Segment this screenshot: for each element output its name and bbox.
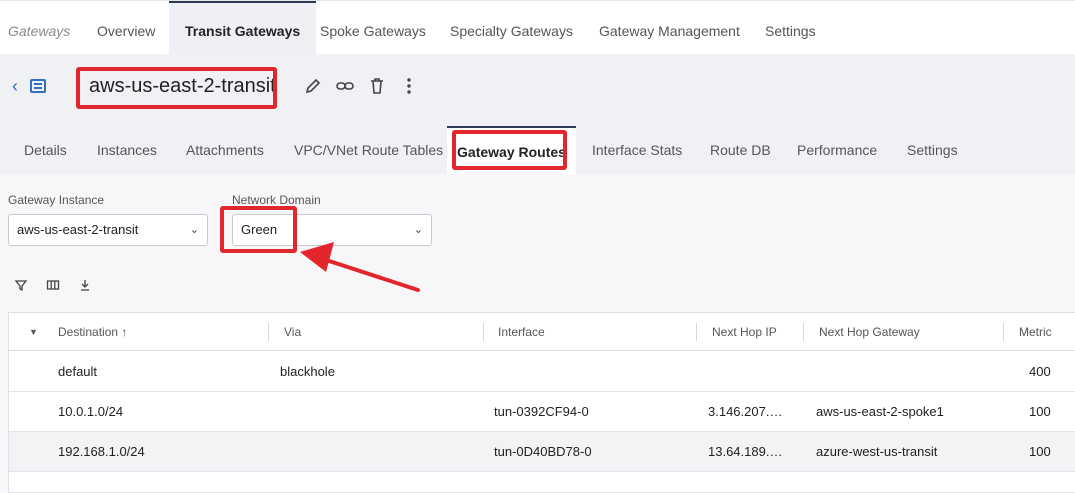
column-separator[interactable] <box>696 323 697 341</box>
gateway-instance-select[interactable]: aws-us-east-2-transit ⌄ <box>8 214 208 246</box>
cell-destination: 10.0.1.0/24 <box>58 404 124 419</box>
network-domain-highlight-box <box>220 206 297 253</box>
cell-metric: 100 <box>1029 404 1051 419</box>
download-icon[interactable] <box>78 278 92 295</box>
table-row[interactable]: default blackhole 400 <box>9 352 1075 392</box>
sort-ascending-icon: ↑ <box>121 325 128 339</box>
back-chevron-icon[interactable]: ‹ <box>12 76 18 97</box>
column-header-interface[interactable]: Interface <box>498 313 545 351</box>
nav-brand[interactable]: Gateways <box>8 1 70 55</box>
cell-metric: 400 <box>1029 364 1051 379</box>
network-domain-label: Network Domain <box>232 193 321 207</box>
edit-pencil-icon[interactable] <box>303 77 323 97</box>
trash-icon[interactable] <box>367 77 387 97</box>
routes-table: ▼ Destination ↑ Via Interface Next Hop I… <box>8 312 1075 493</box>
cell-interface: tun-0392CF94-0 <box>494 404 589 419</box>
tab-details[interactable]: Details <box>24 126 67 174</box>
gateway-header: ‹ aws-us-east-2-transit <box>0 54 1075 126</box>
cell-metric: 100 <box>1029 444 1051 459</box>
tab-settings[interactable]: Settings <box>907 126 958 174</box>
gateway-instance-label: Gateway Instance <box>8 193 105 207</box>
column-header-destination[interactable]: Destination ↑ <box>58 313 127 351</box>
cell-next-hop-ip: 3.146.207.… <box>708 404 783 419</box>
column-separator[interactable] <box>268 323 269 341</box>
column-header-metric[interactable]: Metric <box>1019 313 1052 351</box>
column-separator[interactable] <box>803 323 804 341</box>
nav-gateway-management[interactable]: Gateway Management <box>599 1 740 55</box>
columns-icon[interactable] <box>46 278 60 295</box>
cell-interface: tun-0D40BD78-0 <box>494 444 592 459</box>
column-header-next-hop-gateway[interactable]: Next Hop Gateway <box>819 313 920 351</box>
nav-specialty-gateways[interactable]: Specialty Gateways <box>450 1 573 55</box>
cell-via: blackhole <box>280 364 335 379</box>
tab-instances[interactable]: Instances <box>97 126 157 174</box>
column-separator[interactable] <box>1003 323 1004 341</box>
column-header-next-hop-ip[interactable]: Next Hop IP <box>712 313 777 351</box>
column-separator[interactable] <box>483 323 484 341</box>
tab-interface-stats[interactable]: Interface Stats <box>592 126 682 174</box>
tab-vpc-vnet-route-tables[interactable]: VPC/VNet Route Tables <box>294 126 443 174</box>
cell-next-hop-gateway: azure-west-us-transit <box>816 444 938 459</box>
tab-highlight-box <box>452 130 567 170</box>
more-vertical-icon[interactable] <box>399 77 419 97</box>
gateway-instance-value: aws-us-east-2-transit <box>17 222 139 237</box>
tab-performance[interactable]: Performance <box>797 126 877 174</box>
table-row[interactable]: 192.168.1.0/24 tun-0D40BD78-0 13.64.189.… <box>9 432 1075 472</box>
tab-route-db[interactable]: Route DB <box>710 126 771 174</box>
top-nav: Gateways Overview Transit Gateways Spoke… <box>0 0 1075 55</box>
app-root: Gateways Overview Transit Gateways Spoke… <box>0 0 1075 493</box>
cell-destination: default <box>58 364 98 379</box>
list-icon[interactable] <box>30 79 46 93</box>
annotation-arrow-icon <box>300 242 420 292</box>
link-icon[interactable] <box>335 77 355 97</box>
chevron-down-icon: ⌄ <box>189 224 199 236</box>
column-header-via[interactable]: Via <box>284 313 301 351</box>
table-row[interactable]: 10.0.1.0/24 tun-0392CF94-0 3.146.207.… a… <box>9 392 1075 432</box>
collapse-caret-icon[interactable]: ▼ <box>29 313 38 351</box>
nav-transit-gateways[interactable]: Transit Gateways <box>169 1 317 55</box>
nav-overview[interactable]: Overview <box>97 1 155 55</box>
nav-settings[interactable]: Settings <box>765 1 816 55</box>
cell-destination: 192.168.1.0/24 <box>58 444 145 459</box>
tab-attachments[interactable]: Attachments <box>186 126 264 174</box>
cell-next-hop-gateway: aws-us-east-2-spoke1 <box>816 404 944 419</box>
table-header: ▼ Destination ↑ Via Interface Next Hop I… <box>9 313 1075 351</box>
filter-icon[interactable] <box>14 278 28 295</box>
cell-next-hop-ip: 13.64.189.… <box>708 444 783 459</box>
title-highlight-box <box>76 67 277 109</box>
nav-spoke-gateways[interactable]: Spoke Gateways <box>320 1 426 55</box>
